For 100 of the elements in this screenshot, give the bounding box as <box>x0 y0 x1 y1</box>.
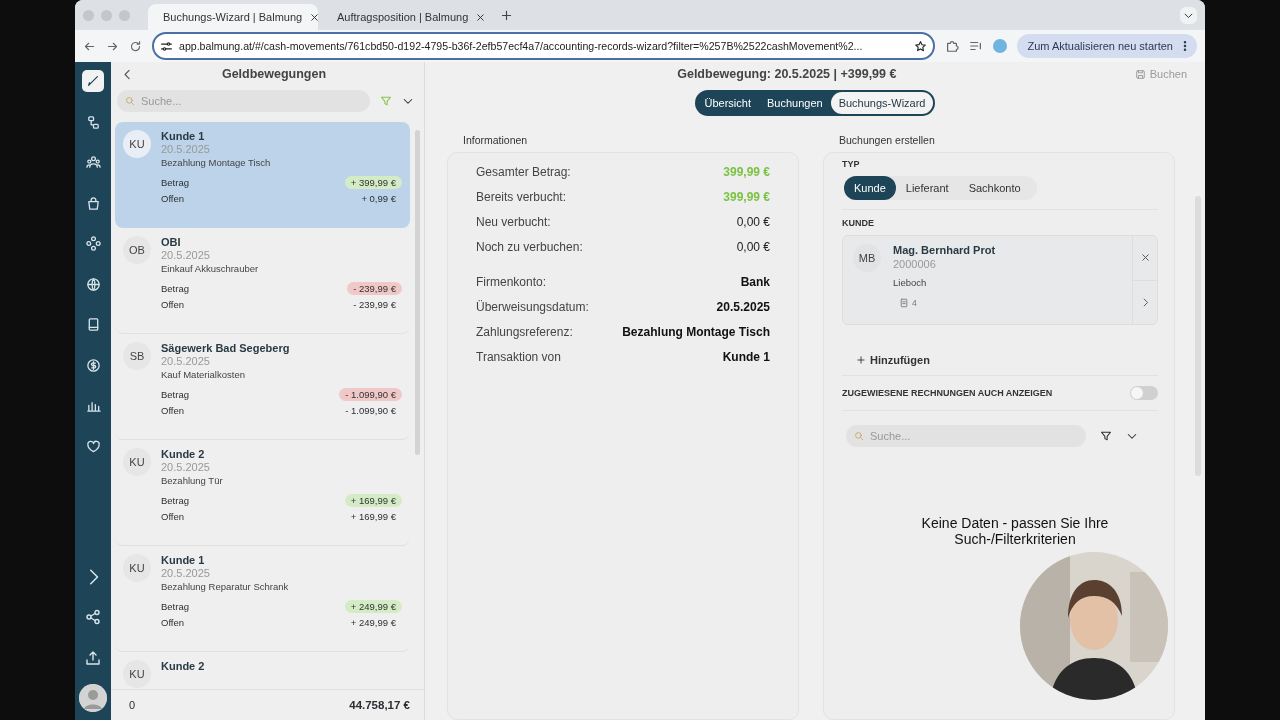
info-value: 0,00 € <box>736 214 770 229</box>
browser-tab[interactable]: Buchungs-Wizard | Balmung <box>148 4 318 30</box>
people-icon <box>85 155 101 171</box>
type-option[interactable]: Kunde <box>844 176 896 200</box>
transaction-date: 20.5.2025 <box>161 249 211 261</box>
window-control[interactable] <box>83 9 94 21</box>
puzzle-icon <box>945 39 960 53</box>
reload-icon <box>129 39 142 53</box>
panel-title: Geldbewegungen <box>220 67 328 81</box>
info-label: Gesamter Betrag: <box>476 164 571 179</box>
open-label: Offen <box>161 299 185 310</box>
transaction-item[interactable]: KU Kunde 2 20.5.2025 Bezahlung Tür Betrag + 169,99 € Offen + 169,99 € <box>115 440 410 546</box>
transaction-description: Einkauf Akkuschrauber <box>161 263 260 274</box>
amount-label: Betrag <box>161 601 189 612</box>
transaction-item[interactable]: KU Kunde 2 <box>115 652 410 689</box>
amount-badge: + 169,99 € <box>344 494 402 507</box>
nodes-icon <box>85 236 101 252</box>
tune-icon <box>160 39 173 53</box>
transaction-name: Kunde 2 <box>161 660 206 672</box>
open-amount: - 239,99 € <box>353 299 397 310</box>
close-icon <box>1139 252 1151 264</box>
toggle-switch[interactable] <box>1130 386 1158 400</box>
view-tab[interactable]: Buchungen <box>759 92 831 114</box>
view-tab[interactable]: Buchungs-Wizard <box>830 92 934 114</box>
customer-number: 2000006 <box>893 258 937 270</box>
transaction-name: Kunde 1 <box>161 554 206 566</box>
window-control[interactable] <box>119 9 130 21</box>
section-title: Buchungen erstellen <box>839 134 936 146</box>
section-title: Informationen <box>463 134 529 146</box>
transaction-item[interactable]: OB OBI 20.5.2025 Einkauf Akkuschrauber Betrag - 239,99 € Offen - 239,99 € <box>115 228 410 334</box>
browser-tab[interactable]: Auftragsposition | Balmung <box>322 4 492 30</box>
update-button[interactable]: Zum Aktualisieren neu starten <box>1017 34 1197 58</box>
amount-badge: - 239,99 € <box>347 282 402 295</box>
transaction-description: Bezahlung Montage Tisch <box>161 157 272 168</box>
amount-label: Betrag <box>161 283 189 294</box>
empty-message: Keine Daten - passen Sie Ihre Such-/Filterkriterien <box>920 515 1110 547</box>
playlist-icon <box>969 39 984 53</box>
amount-label: Betrag <box>161 177 189 188</box>
avatar[interactable] <box>79 684 107 712</box>
amount-badge: + 249,99 € <box>344 600 402 613</box>
transaction-item[interactable]: SB Sägewerk Bad Segeberg 20.5.2025 Kauf Materialkosten Betrag - 1.099,90 € Offen - 1.099,90 € <box>115 334 410 440</box>
scrollbar[interactable] <box>415 130 420 455</box>
type-option[interactable]: Lieferant <box>895 176 959 200</box>
address-bar[interactable]: app.balmung.at/#/cash-movements/761cbd50-d192-4795-b36f-2efb57ecf4a7/accounting-records-wizard?filter=%257B%2522cashMovement%2... <box>152 32 936 60</box>
document-icon <box>899 298 909 308</box>
star-icon <box>914 39 928 53</box>
open-amount: + 0,99 € <box>361 193 397 204</box>
initials-avatar: MB <box>853 244 881 272</box>
total-amount: 44.758,17 € <box>349 699 410 711</box>
open-amount: - 1.099,90 € <box>345 405 397 416</box>
info-label: Überweisungsdatum: <box>476 299 589 314</box>
search-field[interactable]: Suche... <box>846 425 1086 447</box>
initials-avatar: OB <box>123 236 151 264</box>
document-count: 4 <box>912 298 917 308</box>
type-option[interactable]: Sachkonto <box>958 176 1031 200</box>
customer-card[interactable]: MB Mag. Bernhard Prot 2000006 Lieboch 4 <box>842 235 1158 325</box>
transaction-item[interactable]: KU Kunde 1 20.5.2025 Bezahlung Reparatur Schrank Betrag + 249,99 € Offen + 249,99 € <box>115 546 410 652</box>
filter-icon <box>1100 430 1112 442</box>
app-logo[interactable] <box>82 70 104 92</box>
amount-badge: + 399,99 € <box>344 176 402 189</box>
info-value: 0,00 € <box>736 239 770 254</box>
save-icon <box>1134 68 1146 80</box>
transaction-name: OBI <box>161 236 182 248</box>
page-title: Geldbewegung: 20.5.2025 | +399,99 € <box>676 67 898 81</box>
customer-name: Mag. Bernhard Prot <box>893 244 996 256</box>
open-amount: + 169,99 € <box>350 511 397 522</box>
field-label: KUNDE <box>842 218 875 228</box>
close-icon <box>309 11 321 23</box>
initials-avatar: KU <box>123 554 151 582</box>
initials-avatar: KU <box>123 448 151 476</box>
profile-icon[interactable] <box>993 39 1008 53</box>
transaction-date: 20.5.2025 <box>161 143 211 155</box>
initials-avatar: SB <box>123 342 151 370</box>
filter-icon <box>380 95 392 107</box>
transaction-name: Kunde 1 <box>161 130 206 142</box>
share-icon <box>85 609 101 626</box>
pen-icon <box>86 74 100 88</box>
plus-icon <box>856 355 866 365</box>
open-label: Offen <box>161 193 185 204</box>
add-button[interactable]: Hinzufügen <box>850 353 936 367</box>
info-value: 20.5.2025 <box>716 299 770 314</box>
transaction-date: 20.5.2025 <box>161 461 211 473</box>
open-label: Offen <box>161 511 185 522</box>
dollar-icon <box>85 357 101 373</box>
close-icon <box>475 11 487 23</box>
transaction-date: 20.5.2025 <box>161 567 211 579</box>
search-field[interactable]: Suche... <box>117 90 370 112</box>
open-amount: + 249,99 € <box>350 617 397 628</box>
open-label: Offen <box>161 405 185 416</box>
search-icon <box>125 96 135 106</box>
view-tab[interactable]: Übersicht <box>696 92 759 114</box>
window-control[interactable] <box>101 9 112 21</box>
amount-label: Betrag <box>161 495 189 506</box>
plus-icon <box>500 8 513 22</box>
globe-icon <box>85 276 101 292</box>
info-value: 399,99 € <box>723 189 770 204</box>
initials-avatar: KU <box>123 660 151 688</box>
info-value: 399,99 € <box>723 164 770 179</box>
info-label: Transaktion von <box>476 349 561 364</box>
transaction-item[interactable]: KU Kunde 1 20.5.2025 Bezahlung Montage Tisch Betrag + 399,99 € Offen + 0,99 € <box>115 122 410 228</box>
